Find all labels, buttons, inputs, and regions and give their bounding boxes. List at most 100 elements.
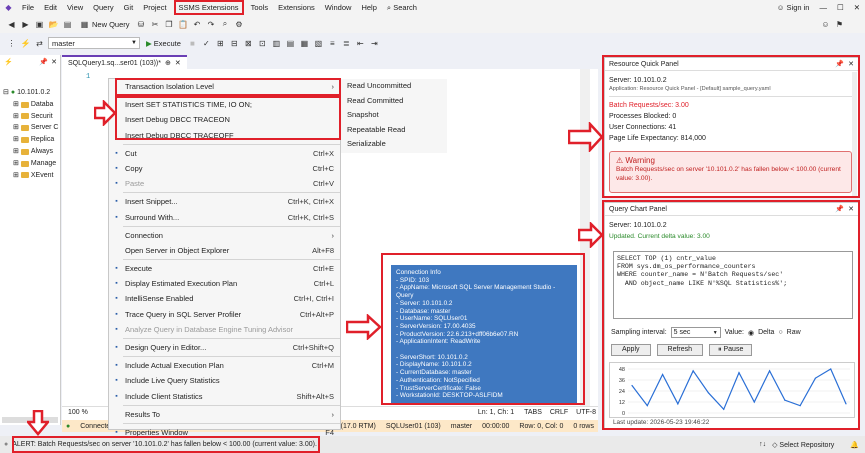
connect-icon[interactable]: ⚡	[20, 38, 31, 49]
menu-project[interactable]: Project	[138, 0, 171, 15]
tree-node-xevent[interactable]: ⊞ XEvent	[3, 170, 60, 182]
menu-git[interactable]: Git	[119, 0, 139, 15]
notifications-icon[interactable]: 🔔	[850, 441, 865, 449]
save-icon[interactable]: ▤	[62, 19, 73, 30]
results-text-icon[interactable]: ▤	[285, 38, 296, 49]
execute-icon: ▪	[115, 265, 118, 273]
explorer-pin-icon[interactable]: 📌	[39, 58, 48, 66]
context-menu-item[interactable]: ▪ Include Client Statistics Shift+Alt+S	[109, 389, 340, 404]
settings-icon[interactable]: ⚙	[234, 19, 245, 30]
redo-icon[interactable]: ↷	[206, 19, 217, 30]
tree-node-security[interactable]: ⊞ Securit	[3, 111, 60, 123]
tree-node-replication[interactable]: ⊞ Replica	[3, 134, 60, 146]
live-stats-toolbar-icon[interactable]: ⊡	[257, 38, 268, 49]
maximize-button[interactable]: ☐	[832, 0, 849, 15]
back-icon[interactable]: ◀	[6, 19, 17, 30]
menu-edit[interactable]: Edit	[39, 0, 62, 15]
status-row-col: Row: 0, Col: 0	[519, 422, 564, 430]
db-query-icon[interactable]: ⛁	[136, 19, 147, 30]
tree-node-management[interactable]: ⊞ Manage	[3, 158, 60, 170]
select-repository-button[interactable]: ◇ Select Repository	[772, 441, 850, 449]
outdent-icon[interactable]: ⇤	[355, 38, 366, 49]
explorer-close-icon[interactable]: ✕	[51, 58, 60, 66]
menu-file[interactable]: File	[17, 0, 39, 15]
close-window-button[interactable]: ✕	[849, 0, 865, 15]
context-menu-item[interactable]: ▪ IntelliSense Enabled Ctrl+I, Ctrl+I	[109, 291, 340, 306]
isolation-submenu-item[interactable]: Serializable	[341, 137, 447, 152]
new-query-button[interactable]: ▦ New Query	[76, 19, 133, 30]
menu-query[interactable]: Query	[88, 0, 118, 15]
connect-explorer-icon[interactable]: ⚡	[4, 58, 13, 66]
encoding: UTF-8	[576, 409, 596, 416]
minimize-button[interactable]: —	[814, 0, 832, 15]
tab-close-icon[interactable]: ✕	[175, 59, 181, 67]
context-menu-item[interactable]: Results To ›	[109, 407, 340, 422]
context-menu-item[interactable]: ▪ Include Live Query Statistics	[109, 373, 340, 388]
menu-bar: ◆ File Edit View Query Git Project SSMS …	[0, 0, 865, 15]
context-menu-item[interactable]: ▪ Include Actual Execution Plan Ctrl+M	[109, 358, 340, 373]
isolation-submenu-item[interactable]: Snapshot	[341, 108, 447, 123]
tree-node-server-objects[interactable]: ⊞ Server C	[3, 122, 60, 134]
comment-icon[interactable]: ≡	[327, 38, 338, 49]
open-icon[interactable]: 📂	[48, 19, 59, 30]
results-file-icon[interactable]: ▧	[313, 38, 324, 49]
isolation-submenu-item[interactable]: Read Uncommitted	[341, 79, 447, 94]
results-grid-icon[interactable]: ▦	[299, 38, 310, 49]
query-designer-icon[interactable]: ⊟	[229, 38, 240, 49]
menu-tools[interactable]: Tools	[246, 0, 274, 15]
new-project-icon[interactable]: ▣	[34, 19, 45, 30]
context-menu-item[interactable]: Connection ›	[109, 228, 340, 243]
context-menu-item[interactable]: ▪ Design Query in Editor... Ctrl+Shift+Q	[109, 340, 340, 355]
context-menu-shortcut: Ctrl+C	[312, 163, 334, 173]
account-icon[interactable]: ⚑	[834, 19, 845, 30]
context-menu-item[interactable]: ▪ Display Estimated Execution Plan Ctrl+L	[109, 276, 340, 291]
tree-node-databases[interactable]: ⊞ Databa	[3, 99, 60, 111]
paste-toolbar-icon[interactable]: 📋	[178, 19, 189, 30]
context-menu-item[interactable]: ▪ Surround With... Ctrl+K, Ctrl+S	[109, 210, 340, 225]
isolation-submenu-item[interactable]: Repeatable Read	[341, 123, 447, 138]
highlight-insert-items	[115, 96, 341, 140]
line-ending: CRLF	[549, 409, 569, 416]
context-menu-item[interactable]: ▪ Cut Ctrl+X	[109, 146, 340, 161]
zoom-level[interactable]: 100 %	[62, 409, 110, 416]
context-menu-item[interactable]: ▪ Insert Snippet... Ctrl+K, Ctrl+X	[109, 194, 340, 209]
context-menu-item[interactable]: ▪ Copy Ctrl+C	[109, 161, 340, 176]
sign-in-button[interactable]: ☺ Sign in	[772, 0, 815, 15]
change-connection-icon[interactable]: ⇄	[34, 38, 45, 49]
find-icon[interactable]: ⌕	[220, 19, 231, 30]
context-menu-item[interactable]: Open Server in Object Explorer Alt+F8	[109, 243, 340, 258]
execute-button[interactable]: ▶ Execute	[143, 39, 184, 48]
context-menu-item[interactable]: ▪ Analyze Query in Database Engine Tuning…	[109, 322, 340, 337]
forward-icon[interactable]: ▶	[20, 19, 31, 30]
menu-extensions[interactable]: Extensions	[273, 0, 320, 15]
context-menu-item-label: Open Server in Object Explorer	[125, 245, 230, 255]
menu-help[interactable]: Help	[356, 0, 381, 15]
client-stats-toolbar-icon[interactable]: ▥	[271, 38, 282, 49]
indent-icon[interactable]: ⇥	[369, 38, 380, 49]
parse-icon[interactable]: ✓	[201, 38, 212, 49]
tree-node-always-on[interactable]: ⊞ Always	[3, 146, 60, 158]
search-button[interactable]: ⌕ Search	[382, 0, 422, 15]
feedback-icon[interactable]: ☺	[820, 19, 831, 30]
estimated-plan-icon[interactable]: ⊞	[215, 38, 226, 49]
database-select[interactable]: master ▼	[48, 37, 140, 49]
context-menu-item[interactable]: ▪ Execute Ctrl+E	[109, 261, 340, 276]
cut-toolbar-icon[interactable]: ✂	[150, 19, 161, 30]
arrow-right-icon	[568, 122, 604, 152]
sort-icon[interactable]: ↑↓	[759, 441, 772, 448]
copy-toolbar-icon[interactable]: ❐	[164, 19, 175, 30]
toolbar-grip-icon: ⋮	[7, 38, 16, 48]
menu-view[interactable]: View	[62, 0, 88, 15]
stop-icon[interactable]: ■	[187, 38, 198, 49]
menu-ssms-extensions[interactable]: SSMS Extensions	[173, 0, 244, 15]
context-menu-item[interactable]: ▪ Trace Query in SQL Server Profiler Ctrl+…	[109, 307, 340, 322]
actual-plan-toolbar-icon[interactable]: ⊠	[243, 38, 254, 49]
isolation-submenu-item[interactable]: Read Committed	[341, 94, 447, 109]
uncomment-icon[interactable]: ≣	[341, 38, 352, 49]
context-menu-item[interactable]: ▪ Paste Ctrl+V	[109, 176, 340, 191]
menu-window[interactable]: Window	[320, 0, 357, 15]
tree-server-node[interactable]: ⊟ ● 10.101.0.2	[3, 87, 60, 99]
tab-pin-icon[interactable]: ⊕	[165, 59, 171, 67]
undo-icon[interactable]: ↶	[192, 19, 203, 30]
tab-query1[interactable]: SQLQuery1.sq...ser01 (103))* ⊕ ✕	[62, 55, 187, 69]
